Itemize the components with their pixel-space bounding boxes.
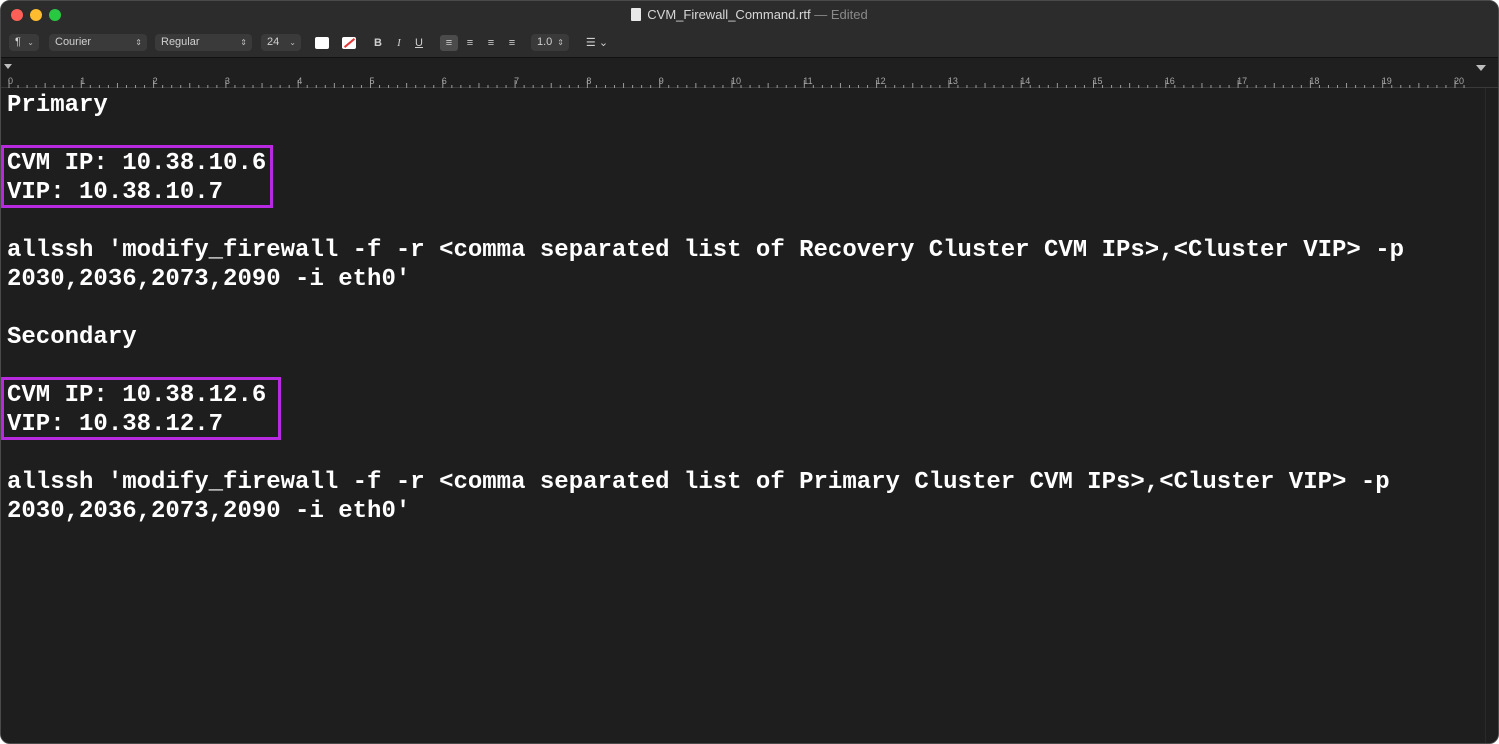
title-separator: — [814, 7, 828, 22]
ruler-label: 3 [225, 76, 230, 86]
secondary-command-line-2: 2030,2036,2073,2090 -i eth0' [7, 498, 411, 525]
ruler[interactable]: 0 1 2 3 4 5 6 7 8 9 10 11 12 13 14 15 16 17 18 19 20 [1, 57, 1498, 88]
ruler-label: 16 [1165, 76, 1175, 86]
primary-ip-highlight-box [1, 145, 273, 208]
document-icon[interactable] [631, 8, 642, 21]
font-style-popup[interactable]: Regular ⇕ [155, 34, 252, 51]
ruler-label: 4 [297, 76, 302, 86]
window-title: CVM_Firewall_Command.rtf — Edited [1, 1, 1498, 29]
ruler-ticks: 0 1 2 3 4 5 6 7 8 9 10 11 12 13 14 15 16 17 18 19 20 [4, 64, 1486, 88]
font-size-value: 24 [267, 36, 280, 48]
right-indent-marker[interactable] [1476, 65, 1486, 71]
primary-command-line-2: 2030,2036,2073,2090 -i eth0' [7, 266, 411, 293]
ruler-label: 9 [659, 76, 664, 86]
ruler-label: 17 [1237, 76, 1247, 86]
edited-status: Edited [830, 7, 868, 22]
ruler-label: 7 [514, 76, 519, 86]
italic-button[interactable]: I [392, 35, 406, 51]
ruler-label: 20 [1454, 76, 1464, 86]
ruler-label: 13 [948, 76, 958, 86]
document-text-area[interactable]: Primary CVM IP: 10.38.10.6 VIP: 10.38.10… [1, 88, 1485, 743]
secondary-command-line-1: allssh 'modify_firewall -f -r <comma sep… [7, 469, 1390, 496]
align-center-icon[interactable]: ≡ [461, 35, 479, 51]
line-spacing-popup[interactable]: 1.0 ⇕ [531, 34, 569, 51]
ruler-label: 5 [370, 76, 375, 86]
up-down-arrows-icon: ⇕ [135, 38, 142, 47]
background-color-well[interactable] [342, 37, 356, 49]
up-down-arrows-icon: ⇕ [557, 38, 564, 47]
line-spacing-value: 1.0 [537, 36, 553, 48]
ruler-label: 6 [442, 76, 447, 86]
ruler-label: 12 [876, 76, 886, 86]
ruler-label: 18 [1309, 76, 1319, 86]
up-down-arrows-icon: ⇕ [240, 38, 247, 47]
align-justify-icon[interactable]: ≡ [503, 35, 521, 51]
document-name: CVM_Firewall_Command.rtf [647, 7, 811, 22]
ruler-label: 19 [1382, 76, 1392, 86]
ruler-label: 10 [731, 76, 741, 86]
paragraph-style-popup[interactable]: ¶ ⌄ [9, 34, 39, 51]
font-size-combo[interactable]: 24 ⌄ [261, 34, 301, 51]
list-bullet-icon[interactable]: ☰ ⌄ [581, 35, 613, 51]
ruler-label: 8 [586, 76, 591, 86]
secondary-heading: Secondary [7, 324, 137, 351]
underline-button[interactable]: U [412, 35, 426, 51]
format-toolbar: ¶ ⌄ Courier ⇕ Regular ⇕ 24 ⌄ B I U ≡ ≡ ≡ ≡ 1… [1, 31, 1498, 57]
ruler-label: 11 [803, 76, 812, 86]
left-indent-marker[interactable] [4, 64, 12, 69]
title-bar: CVM_Firewall_Command.rtf — Edited [1, 1, 1498, 31]
ruler-label: 15 [1093, 76, 1103, 86]
ruler-label: 14 [1020, 76, 1030, 86]
font-family-popup[interactable]: Courier ⇕ [49, 34, 147, 51]
primary-command-line-1: allssh 'modify_firewall -f -r <comma sep… [7, 237, 1405, 264]
align-right-icon[interactable]: ≡ [482, 35, 500, 51]
paragraph-style-label: ¶ [15, 36, 21, 48]
ruler-label: 1 [80, 76, 85, 86]
vertical-scrollbar[interactable] [1485, 88, 1498, 743]
font-style-label: Regular [161, 36, 200, 48]
chevron-down-icon: ⌄ [289, 38, 296, 47]
font-family-label: Courier [55, 36, 92, 48]
secondary-ip-highlight-box [1, 377, 281, 440]
chevron-down-icon: ⌄ [27, 38, 34, 47]
ruler-label: 0 [8, 76, 13, 86]
align-left-icon[interactable]: ≡ [440, 35, 458, 51]
bold-button[interactable]: B [371, 35, 385, 51]
textedit-window: CVM_Firewall_Command.rtf — Edited ¶ ⌄ Cou… [0, 0, 1499, 744]
primary-heading: Primary [7, 92, 108, 119]
ruler-label: 2 [153, 76, 158, 86]
text-color-well[interactable] [315, 37, 329, 49]
